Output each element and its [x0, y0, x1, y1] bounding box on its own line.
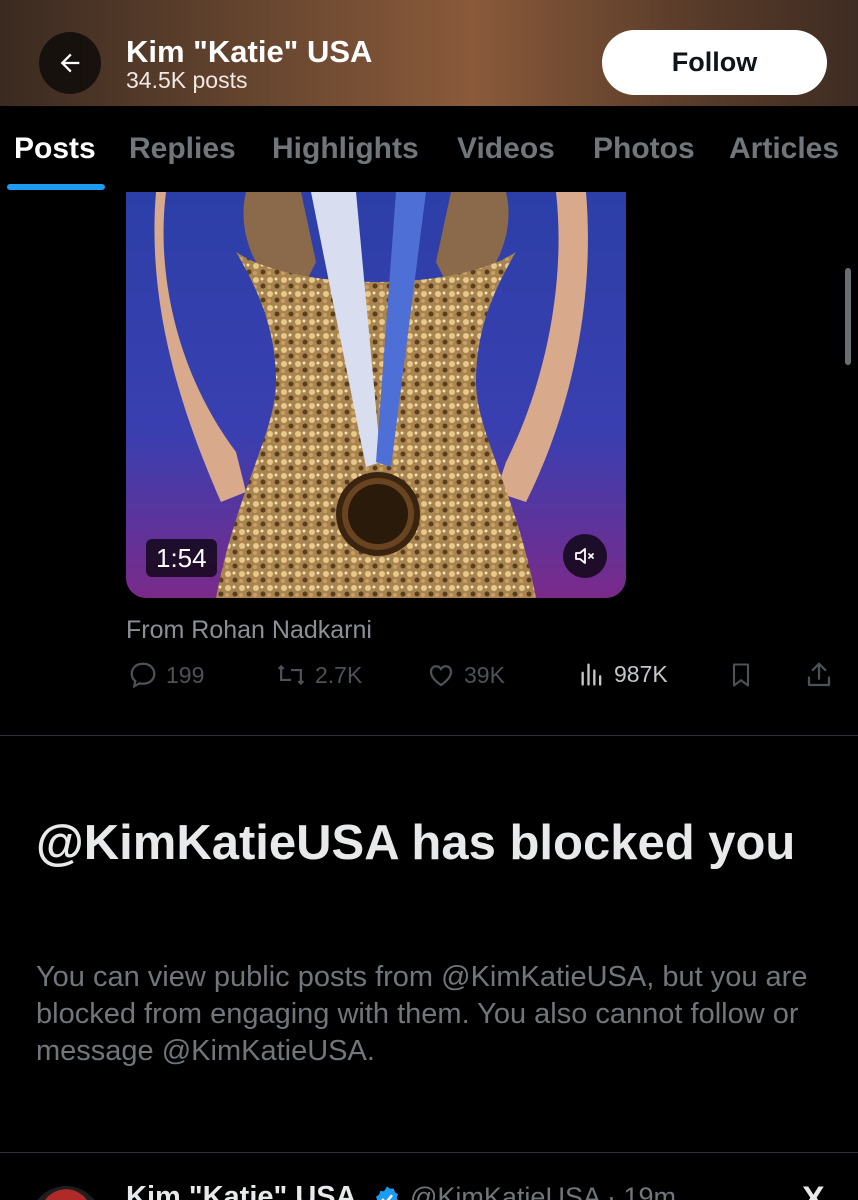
divider: [0, 1152, 858, 1153]
like-count: 39K: [464, 661, 505, 688]
speaker-muted-icon: [575, 548, 594, 564]
reply-count: 199: [166, 661, 205, 688]
bookmark-icon: [732, 663, 750, 687]
tab-videos[interactable]: Videos: [457, 132, 555, 166]
next-post-handle-time: @KimKatieUSA · 19m: [410, 1182, 676, 1200]
divider: [0, 735, 858, 736]
tab-photos[interactable]: Photos: [593, 132, 695, 166]
tab-posts[interactable]: Posts: [14, 132, 96, 166]
avatar[interactable]: [30, 1186, 102, 1200]
next-post-author-name[interactable]: Kim "Katie" USA: [126, 1181, 357, 1200]
blocked-title: @KimKatieUSA has blocked you: [36, 816, 796, 870]
repost-count: 2.7K: [315, 661, 363, 688]
reply-icon: [130, 662, 156, 689]
arrow-left-icon: [60, 53, 80, 73]
blocked-description: You can view public posts from @KimKatie…: [36, 961, 808, 1067]
heart-icon: [429, 665, 453, 687]
tab-highlights[interactable]: Highlights: [272, 132, 419, 166]
verified-badge-icon: [376, 1186, 398, 1200]
active-tab-indicator: [7, 184, 105, 190]
back-button[interactable]: [39, 32, 101, 94]
tab-articles[interactable]: Articles: [729, 132, 839, 166]
profile-header: Kim "Katie" USA 34.5K posts Follow: [0, 0, 858, 106]
video-duration: 1:54: [146, 539, 217, 577]
profile-name: Kim "Katie" USA: [126, 34, 373, 69]
like-button[interactable]: 39K: [426, 660, 505, 690]
video-frame: [126, 192, 626, 598]
repost-icon: [277, 664, 305, 686]
view-count: 987K: [614, 660, 668, 687]
post-actions: 199 2.7K 39K 987K: [0, 660, 858, 704]
views-button[interactable]: 987K: [578, 660, 668, 688]
tab-replies[interactable]: Replies: [129, 132, 236, 166]
follow-button[interactable]: Follow: [602, 30, 827, 95]
post-count: 34.5K posts: [126, 67, 248, 93]
x-logo-icon: X: [802, 1180, 825, 1200]
scrollbar[interactable]: [845, 268, 851, 365]
post-video[interactable]: 1:54: [126, 192, 626, 598]
profile-tabs: Posts Replies Highlights Videos Photos A…: [0, 106, 858, 192]
reply-button[interactable]: 199: [128, 660, 204, 690]
share-button[interactable]: [804, 660, 834, 690]
analytics-icon: [581, 663, 602, 686]
bookmark-button[interactable]: [727, 660, 755, 690]
repost-button[interactable]: 2.7K: [275, 660, 362, 690]
mute-button[interactable]: [563, 534, 607, 578]
share-icon: [807, 662, 831, 687]
video-attribution[interactable]: From Rohan Nadkarni: [126, 616, 372, 645]
